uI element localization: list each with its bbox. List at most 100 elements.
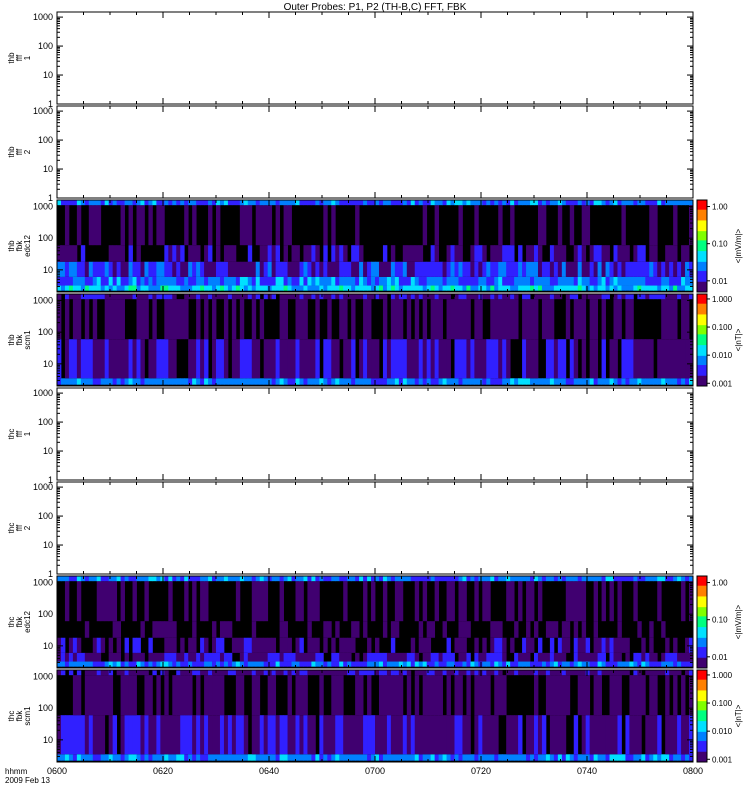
spectrogram-cell [553, 245, 559, 262]
spectrogram-cell [255, 261, 261, 277]
spectrogram-cell [108, 200, 114, 206]
spectrogram-cell [216, 670, 221, 676]
spectrogram-cell [208, 754, 213, 761]
spectrogram-cell [132, 652, 137, 662]
spectrogram-cell [132, 675, 137, 716]
spectrogram-cell [339, 299, 344, 340]
spectrogram-cell [581, 285, 587, 291]
spectrogram-cell [116, 245, 122, 262]
spectrogram-cell [522, 576, 527, 582]
spectrogram-cell [271, 294, 277, 300]
spectrogram-cell [677, 661, 682, 667]
spectrogram-cell [597, 637, 602, 653]
spectrogram-cell [263, 205, 269, 246]
spectrogram-cell [120, 581, 125, 622]
spectrogram-cell [371, 652, 376, 662]
spectrogram-cell [506, 200, 511, 206]
spectrogram-cell [192, 637, 197, 653]
spectrogram-cell [343, 754, 348, 761]
spectrogram-cell [553, 294, 559, 300]
spectrogram-cell [581, 339, 587, 379]
spectrogram-cell [144, 294, 149, 300]
spectrogram-cell [219, 339, 225, 379]
spectrogram-cell [502, 294, 507, 300]
spectrogram-cell [263, 378, 269, 385]
spectrogram-cell [458, 670, 463, 676]
spectrogram-cell [569, 378, 575, 385]
spectrogram-cell [414, 661, 420, 667]
spectrogram-cell [335, 261, 340, 277]
spectrogram-cell [522, 261, 527, 277]
spectrogram-cell [200, 670, 205, 676]
spectrogram-cell [255, 294, 261, 300]
spectrogram-cell [116, 661, 122, 667]
spectrogram-cell [124, 200, 129, 206]
spectrogram-cell [434, 299, 440, 340]
spectrogram-cell [649, 276, 654, 286]
spectrogram-cell [549, 621, 555, 638]
spectrogram-cell [514, 294, 519, 300]
spectrogram-cell [641, 675, 646, 716]
spectrogram-cell [92, 754, 98, 761]
spectrogram-cell [561, 245, 567, 262]
spectrogram-cell [653, 576, 658, 582]
spectrogram-cell [339, 637, 344, 653]
spectrogram-cell [597, 200, 602, 206]
spectrogram-cell [263, 652, 269, 662]
spectrogram-cell [315, 294, 320, 300]
spectrogram-cell [494, 261, 499, 277]
spectrogram-cell [510, 378, 515, 385]
spectrogram-cell [327, 621, 332, 638]
spectrogram-cell [251, 261, 257, 277]
spectrogram-cell [184, 378, 189, 385]
spectrogram-cell [406, 576, 412, 582]
spectrogram-cell [506, 285, 511, 291]
spectrogram-cell [613, 378, 618, 385]
spectrogram-cell [621, 661, 626, 667]
spectrogram-cell [136, 576, 141, 582]
spectrogram-cell [339, 276, 344, 286]
spectrogram-cell [534, 652, 539, 662]
spectrogram-cell [120, 205, 125, 246]
spectrogram-cell [57, 670, 62, 676]
spectrogram-cell [331, 378, 336, 385]
spectrogram-cell [557, 245, 563, 262]
spectrogram-band-1 [57, 276, 694, 286]
spectrogram-cell [200, 378, 205, 385]
spectrogram-cell [251, 661, 257, 667]
spectrogram-cell [545, 652, 551, 662]
spectrogram-cell [299, 200, 304, 206]
spectrogram-cell [291, 261, 296, 277]
spectrogram-cell [573, 754, 579, 761]
spectrogram-cell [279, 299, 284, 340]
spectrogram-cell [216, 378, 221, 385]
spectrogram-cell [390, 261, 396, 277]
spectrogram-cell [418, 276, 424, 286]
spectrogram-cell [490, 276, 495, 286]
spectrogram-cell [613, 715, 618, 755]
spectrogram-cell [60, 576, 66, 582]
spectrogram-cell [156, 715, 161, 755]
spectrogram-cell [188, 576, 193, 582]
spectrogram-cell [76, 299, 82, 340]
spectrogram-cell [402, 261, 408, 277]
spectrogram-cell [553, 715, 559, 755]
spectrogram-cell [307, 670, 312, 676]
spectrogram-cell [458, 661, 463, 667]
spectrogram-cell [331, 715, 336, 755]
spectrogram-cell [315, 652, 320, 662]
spectrogram-cell [378, 378, 384, 385]
spectrogram-cell [649, 754, 654, 761]
spectrogram-cell [526, 245, 531, 262]
spectrogram-cell [148, 294, 153, 300]
spectrogram-cell [601, 294, 606, 300]
spectrogram-cell [112, 754, 118, 761]
spectrogram-cell [605, 661, 610, 667]
spectrogram-cell [323, 637, 328, 653]
spectrogram-cell [255, 339, 261, 379]
spectrogram-cell [343, 245, 348, 262]
spectrogram-cell [307, 621, 312, 638]
y-tick-label: 10 [43, 446, 53, 456]
spectrogram-cell [299, 670, 304, 676]
spectrogram-cell [363, 581, 368, 622]
